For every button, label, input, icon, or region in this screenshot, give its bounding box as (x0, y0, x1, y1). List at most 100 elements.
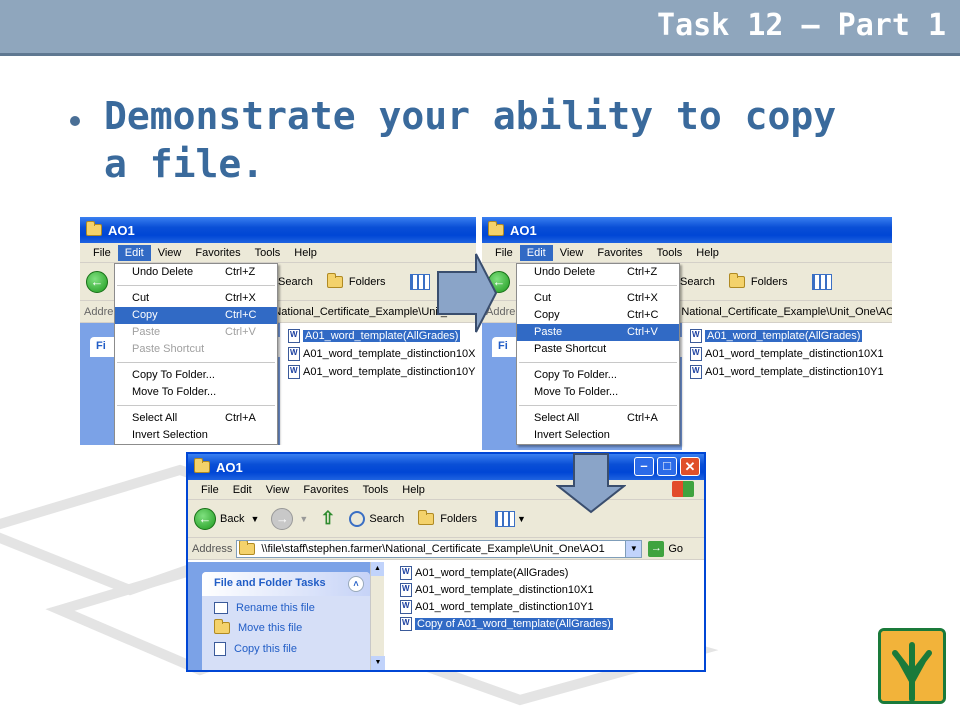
menu-edit[interactable]: Edit (519, 244, 553, 261)
file-name: A01_word_template(AllGrades) (705, 330, 863, 342)
menu-view[interactable]: View (259, 482, 297, 498)
menu-item-cut[interactable]: Cut Ctrl+X (517, 290, 679, 307)
menu-help[interactable]: Help (287, 245, 324, 261)
back-arrow-icon[interactable]: ← (194, 507, 216, 530)
menu-item-paste[interactable]: Paste Ctrl+V (115, 324, 277, 341)
menu-favorites[interactable]: Favorites (296, 482, 355, 498)
minimize-button[interactable]: – (634, 457, 654, 476)
move-file-task[interactable]: Move this file (214, 619, 302, 634)
menu-item-move-to-folder[interactable]: Move To Folder... (115, 384, 277, 401)
folders-button[interactable]: Folders (728, 272, 788, 288)
go-arrow-icon[interactable]: → (648, 540, 665, 557)
file-item[interactable]: A01_word_template_distinction10X1 (400, 583, 594, 597)
back-label[interactable]: Back (220, 513, 244, 525)
menu-item-cut[interactable]: Cut Ctrl+X (115, 290, 277, 307)
back-dropdown-icon[interactable]: ▼ (250, 514, 259, 524)
menu-item-copy[interactable]: Copy Ctrl+C (517, 307, 679, 324)
word-doc-icon (400, 566, 412, 580)
back-arrow-icon[interactable]: ← (86, 270, 108, 293)
folders-button[interactable]: Folders (418, 509, 477, 525)
file-item[interactable]: A01_word_template_distinction10Y1 (288, 365, 476, 379)
rename-icon (214, 602, 228, 614)
move-icon (214, 619, 230, 634)
menu-item-undo-delete[interactable]: Undo Delete Ctrl+Z (517, 264, 679, 281)
left-titlebar: AO1 (80, 217, 476, 243)
maximize-button[interactable]: □ (657, 457, 677, 476)
file-item[interactable]: A01_word_template_distinction10Y1 (400, 600, 594, 614)
menu-item-invert-selection[interactable]: Invert Selection (115, 427, 277, 444)
forward-arrow-icon[interactable]: → (271, 507, 294, 530)
bottom-address-bar: Address \\file\staff\stephen.farmer\Nati… (188, 538, 704, 560)
menu-favorites[interactable]: Favorites (590, 245, 649, 261)
file-item[interactable]: A01_word_template_distinction10X1 (288, 347, 476, 361)
address-field[interactable]: \\file\staff\stephen.farmer\National_Cer… (236, 539, 643, 558)
copy-file-task[interactable]: Copy this file (214, 642, 297, 656)
menu-separator (519, 405, 677, 406)
menu-item-paste-shortcut[interactable]: Paste Shortcut (115, 341, 277, 358)
menu-file[interactable]: File (86, 245, 118, 261)
copy-icon (214, 642, 226, 656)
search-label: Search (680, 275, 715, 288)
menu-item-copy-to-folder[interactable]: Copy To Folder... (517, 367, 679, 384)
rename-file-task[interactable]: Rename this file (214, 602, 315, 614)
file-item[interactable]: A01_word_template(AllGrades) (288, 329, 461, 343)
windows-logo-icon (672, 481, 694, 497)
folders-button[interactable]: Folders (326, 272, 386, 288)
address-dropdown-icon[interactable]: ▼ (625, 540, 642, 557)
menu-tools[interactable]: Tools (650, 245, 690, 261)
folder-icon (86, 221, 102, 236)
bottom-titlebar: AO1 – □ ✕ (188, 454, 704, 480)
menu-item-move-to-folder[interactable]: Move To Folder... (517, 384, 679, 401)
menu-item-copy[interactable]: Copy Ctrl+C (115, 307, 277, 324)
menu-item-select-all[interactable]: Select All Ctrl+A (517, 410, 679, 427)
views-icon[interactable] (409, 273, 430, 290)
scroll-down-icon[interactable]: ▼ (371, 656, 385, 670)
bullet-text: Demonstrate your ability to copy a file. (104, 94, 837, 186)
menu-item-select-all[interactable]: Select All Ctrl+A (115, 410, 277, 427)
menu-view[interactable]: View (151, 245, 189, 261)
tasks-title: File and Folder Tasks (214, 577, 326, 589)
file-folder-tasks-header[interactable]: File and Folder Tasks ˄ (202, 572, 370, 596)
bottom-explorer-screenshot: AO1 – □ ✕ File Edit View Favorites Tools… (186, 452, 706, 672)
go-label[interactable]: Go (668, 543, 683, 555)
menu-file[interactable]: File (194, 482, 226, 498)
search-button[interactable]: Search (349, 510, 404, 527)
word-doc-icon (288, 365, 300, 379)
menu-edit[interactable]: Edit (226, 482, 259, 498)
menu-edit[interactable]: Edit (117, 244, 151, 261)
menu-tools[interactable]: Tools (356, 482, 396, 498)
menu-item-undo-delete[interactable]: Undo Delete Ctrl+Z (115, 264, 277, 281)
views-dropdown-icon[interactable]: ▼ (517, 514, 526, 524)
menu-tools[interactable]: Tools (248, 245, 288, 261)
file-item[interactable]: A01_word_template_distinction10X1 (690, 347, 884, 361)
search-button[interactable]: Search (278, 276, 313, 288)
file-item[interactable]: A01_word_template_distinction10Y1 (690, 365, 884, 379)
file-item[interactable]: A01_word_template(AllGrades) (400, 566, 568, 580)
search-button[interactable]: Search (680, 276, 715, 288)
folders-icon (728, 272, 745, 288)
file-item-copied[interactable]: Copy of A01_word_template(AllGrades) (400, 617, 613, 631)
word-doc-icon (690, 365, 702, 379)
menu-help[interactable]: Help (395, 482, 432, 498)
menu-item-invert-selection[interactable]: Invert Selection (517, 427, 679, 444)
menu-item-copy-to-folder[interactable]: Copy To Folder... (115, 367, 277, 384)
address-path[interactable]: National_Certificate_Example\Unit_One\AO (681, 306, 892, 318)
word-doc-icon (400, 583, 412, 597)
close-button[interactable]: ✕ (680, 457, 700, 476)
menu-item-paste-shortcut[interactable]: Paste Shortcut (517, 341, 679, 358)
menu-view[interactable]: View (553, 245, 591, 261)
taskpane-scrollbar[interactable]: ▲ ▼ (370, 562, 385, 670)
word-doc-icon (690, 329, 702, 343)
up-folder-icon[interactable]: ⇧ (320, 508, 335, 529)
scroll-up-icon[interactable]: ▲ (371, 562, 384, 576)
views-icon[interactable] (494, 510, 515, 527)
slide-header-bar: Task 12 – Part 1 (0, 0, 960, 56)
right-arrow-icon (437, 253, 498, 333)
collapse-chevron-icon[interactable]: ˄ (348, 576, 364, 592)
forward-dropdown-icon[interactable]: ▼ (299, 514, 308, 524)
file-item[interactable]: A01_word_template(AllGrades) (690, 329, 863, 343)
views-icon[interactable] (811, 273, 832, 290)
menu-help[interactable]: Help (689, 245, 726, 261)
menu-favorites[interactable]: Favorites (188, 245, 247, 261)
menu-item-paste[interactable]: Paste Ctrl+V (517, 324, 679, 341)
